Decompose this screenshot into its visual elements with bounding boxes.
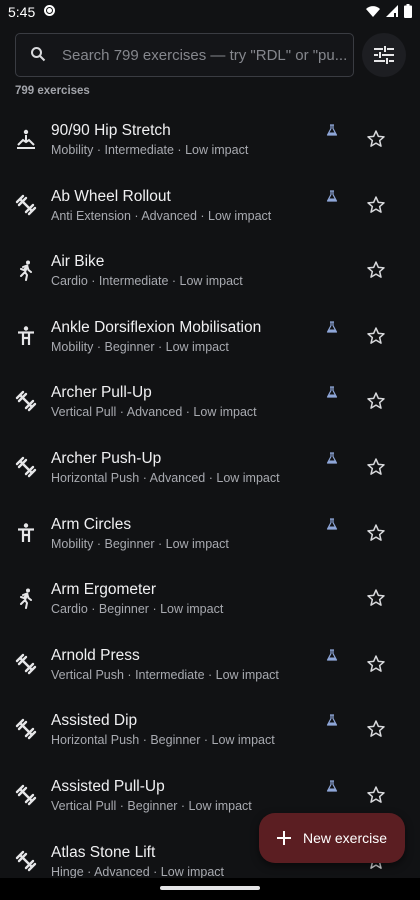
exercise-details: Mobility · Beginner · Low impact bbox=[51, 339, 229, 354]
favorite-star-icon[interactable] bbox=[366, 391, 386, 411]
exercise-details: Vertical Pull · Advanced · Low impact bbox=[51, 405, 257, 420]
person-icon bbox=[15, 522, 37, 544]
favorite-star-icon[interactable] bbox=[366, 588, 386, 608]
dumbbell-icon bbox=[15, 194, 37, 216]
mobility-icon bbox=[15, 128, 37, 150]
dumbbell-icon bbox=[15, 718, 37, 740]
wifi-icon bbox=[366, 6, 380, 17]
favorite-star-icon[interactable] bbox=[366, 326, 386, 346]
exercise-details: Horizontal Push · Advanced · Low impact bbox=[51, 470, 280, 485]
exercise-list: 90/90 Hip Stretch Mobility · Intermediate… bbox=[0, 106, 420, 893]
exercise-row[interactable]: Arm Circles Mobility · Beginner · Low imp… bbox=[0, 500, 420, 566]
favorite-star-icon[interactable] bbox=[366, 129, 386, 149]
signal-icon bbox=[386, 5, 398, 17]
exercise-details: Mobility · Beginner · Low impact bbox=[51, 536, 229, 551]
exercise-name: Arm Circles bbox=[51, 515, 132, 533]
exercise-name: 90/90 Hip Stretch bbox=[51, 122, 171, 139]
exercise-details: Anti Extension · Advanced · Low impact bbox=[51, 208, 272, 223]
favorite-star-icon[interactable] bbox=[366, 523, 386, 543]
status-bar: 5:45 bbox=[0, 0, 420, 24]
exercise-details: Vertical Pull · Beginner · Low impact bbox=[51, 798, 252, 813]
flask-icon bbox=[326, 385, 338, 398]
flask-icon bbox=[326, 320, 338, 333]
battery-icon bbox=[404, 4, 412, 18]
person-icon bbox=[15, 325, 37, 347]
flask-icon bbox=[326, 779, 338, 792]
running-icon bbox=[15, 587, 37, 610]
exercise-details: Cardio · Intermediate · Low impact bbox=[51, 274, 243, 289]
running-icon bbox=[15, 259, 37, 282]
flask-icon bbox=[326, 648, 338, 661]
exercise-row[interactable]: Arnold Press Vertical Push · Intermediate… bbox=[0, 631, 420, 697]
exercise-name: Arm Ergometer bbox=[51, 581, 157, 599]
search-icon bbox=[31, 47, 46, 62]
filter-button[interactable] bbox=[362, 33, 406, 77]
new-exercise-label: New exercise bbox=[303, 830, 388, 846]
flask-icon bbox=[326, 713, 338, 726]
new-exercise-button[interactable]: New exercise bbox=[259, 813, 405, 863]
favorite-star-icon[interactable] bbox=[366, 654, 386, 674]
flask-icon bbox=[326, 517, 338, 530]
exercise-row[interactable]: Assisted Dip Horizontal Push · Beginner ·… bbox=[0, 696, 420, 762]
exercise-details: Vertical Push · Intermediate · Low impac… bbox=[51, 667, 279, 682]
app-notification-icon bbox=[44, 5, 55, 16]
dumbbell-icon bbox=[15, 653, 37, 675]
exercise-details: Mobility · Intermediate · Low impact bbox=[51, 143, 249, 157]
favorite-star-icon[interactable] bbox=[366, 719, 386, 739]
flask-icon bbox=[326, 123, 338, 136]
tune-icon bbox=[374, 46, 394, 64]
exercise-name: Air Bike bbox=[51, 253, 105, 271]
search-field[interactable] bbox=[15, 33, 354, 77]
exercise-name: Ankle Dorsiflexion Mobilisation bbox=[51, 318, 262, 336]
exercise-details: Hinge · Advanced · Low impact bbox=[51, 864, 225, 879]
exercise-name: Archer Push-Up bbox=[51, 449, 162, 467]
exercise-details: Cardio · Beginner · Low impact bbox=[51, 602, 224, 617]
dumbbell-icon bbox=[15, 850, 37, 872]
plus-icon bbox=[277, 831, 291, 845]
exercise-name: Atlas Stone Lift bbox=[51, 843, 156, 861]
exercise-row[interactable]: Air Bike Cardio · Intermediate · Low impa… bbox=[0, 237, 420, 303]
dumbbell-icon bbox=[15, 390, 37, 412]
flask-icon bbox=[326, 189, 338, 202]
favorite-star-icon[interactable] bbox=[366, 457, 386, 477]
exercise-row[interactable]: Arm Ergometer Cardio · Beginner · Low imp… bbox=[0, 565, 420, 631]
favorite-star-icon[interactable] bbox=[366, 785, 386, 805]
exercise-count: 799 exercises bbox=[15, 85, 90, 97]
status-time: 5:45 bbox=[8, 4, 36, 20]
exercise-name: Assisted Dip bbox=[51, 712, 138, 730]
flask-icon bbox=[326, 451, 338, 464]
dumbbell-icon bbox=[15, 784, 37, 806]
exercise-name: Assisted Pull-Up bbox=[51, 777, 165, 795]
exercise-name: Ab Wheel Rollout bbox=[51, 187, 171, 205]
exercise-name: Arnold Press bbox=[51, 646, 140, 664]
search-input[interactable] bbox=[62, 34, 347, 76]
favorite-star-icon[interactable] bbox=[366, 260, 386, 280]
exercise-row[interactable]: Ab Wheel Rollout Anti Extension · Advance… bbox=[0, 172, 420, 238]
favorite-star-icon[interactable] bbox=[366, 195, 386, 215]
exercise-row[interactable]: Archer Push-Up Horizontal Push · Advanced… bbox=[0, 434, 420, 500]
exercise-row[interactable]: Archer Pull-Up Vertical Pull · Advanced ·… bbox=[0, 368, 420, 434]
dumbbell-icon bbox=[15, 456, 37, 478]
exercise-name: Archer Pull-Up bbox=[51, 384, 152, 402]
status-indicators bbox=[366, 4, 412, 18]
exercise-details: Horizontal Push · Beginner · Low impact bbox=[51, 733, 275, 748]
home-gesture-handle[interactable] bbox=[160, 886, 260, 890]
exercise-row[interactable]: Ankle Dorsiflexion Mobilisation Mobility … bbox=[0, 303, 420, 369]
exercise-row[interactable]: 90/90 Hip Stretch Mobility · Intermediate… bbox=[0, 106, 420, 172]
